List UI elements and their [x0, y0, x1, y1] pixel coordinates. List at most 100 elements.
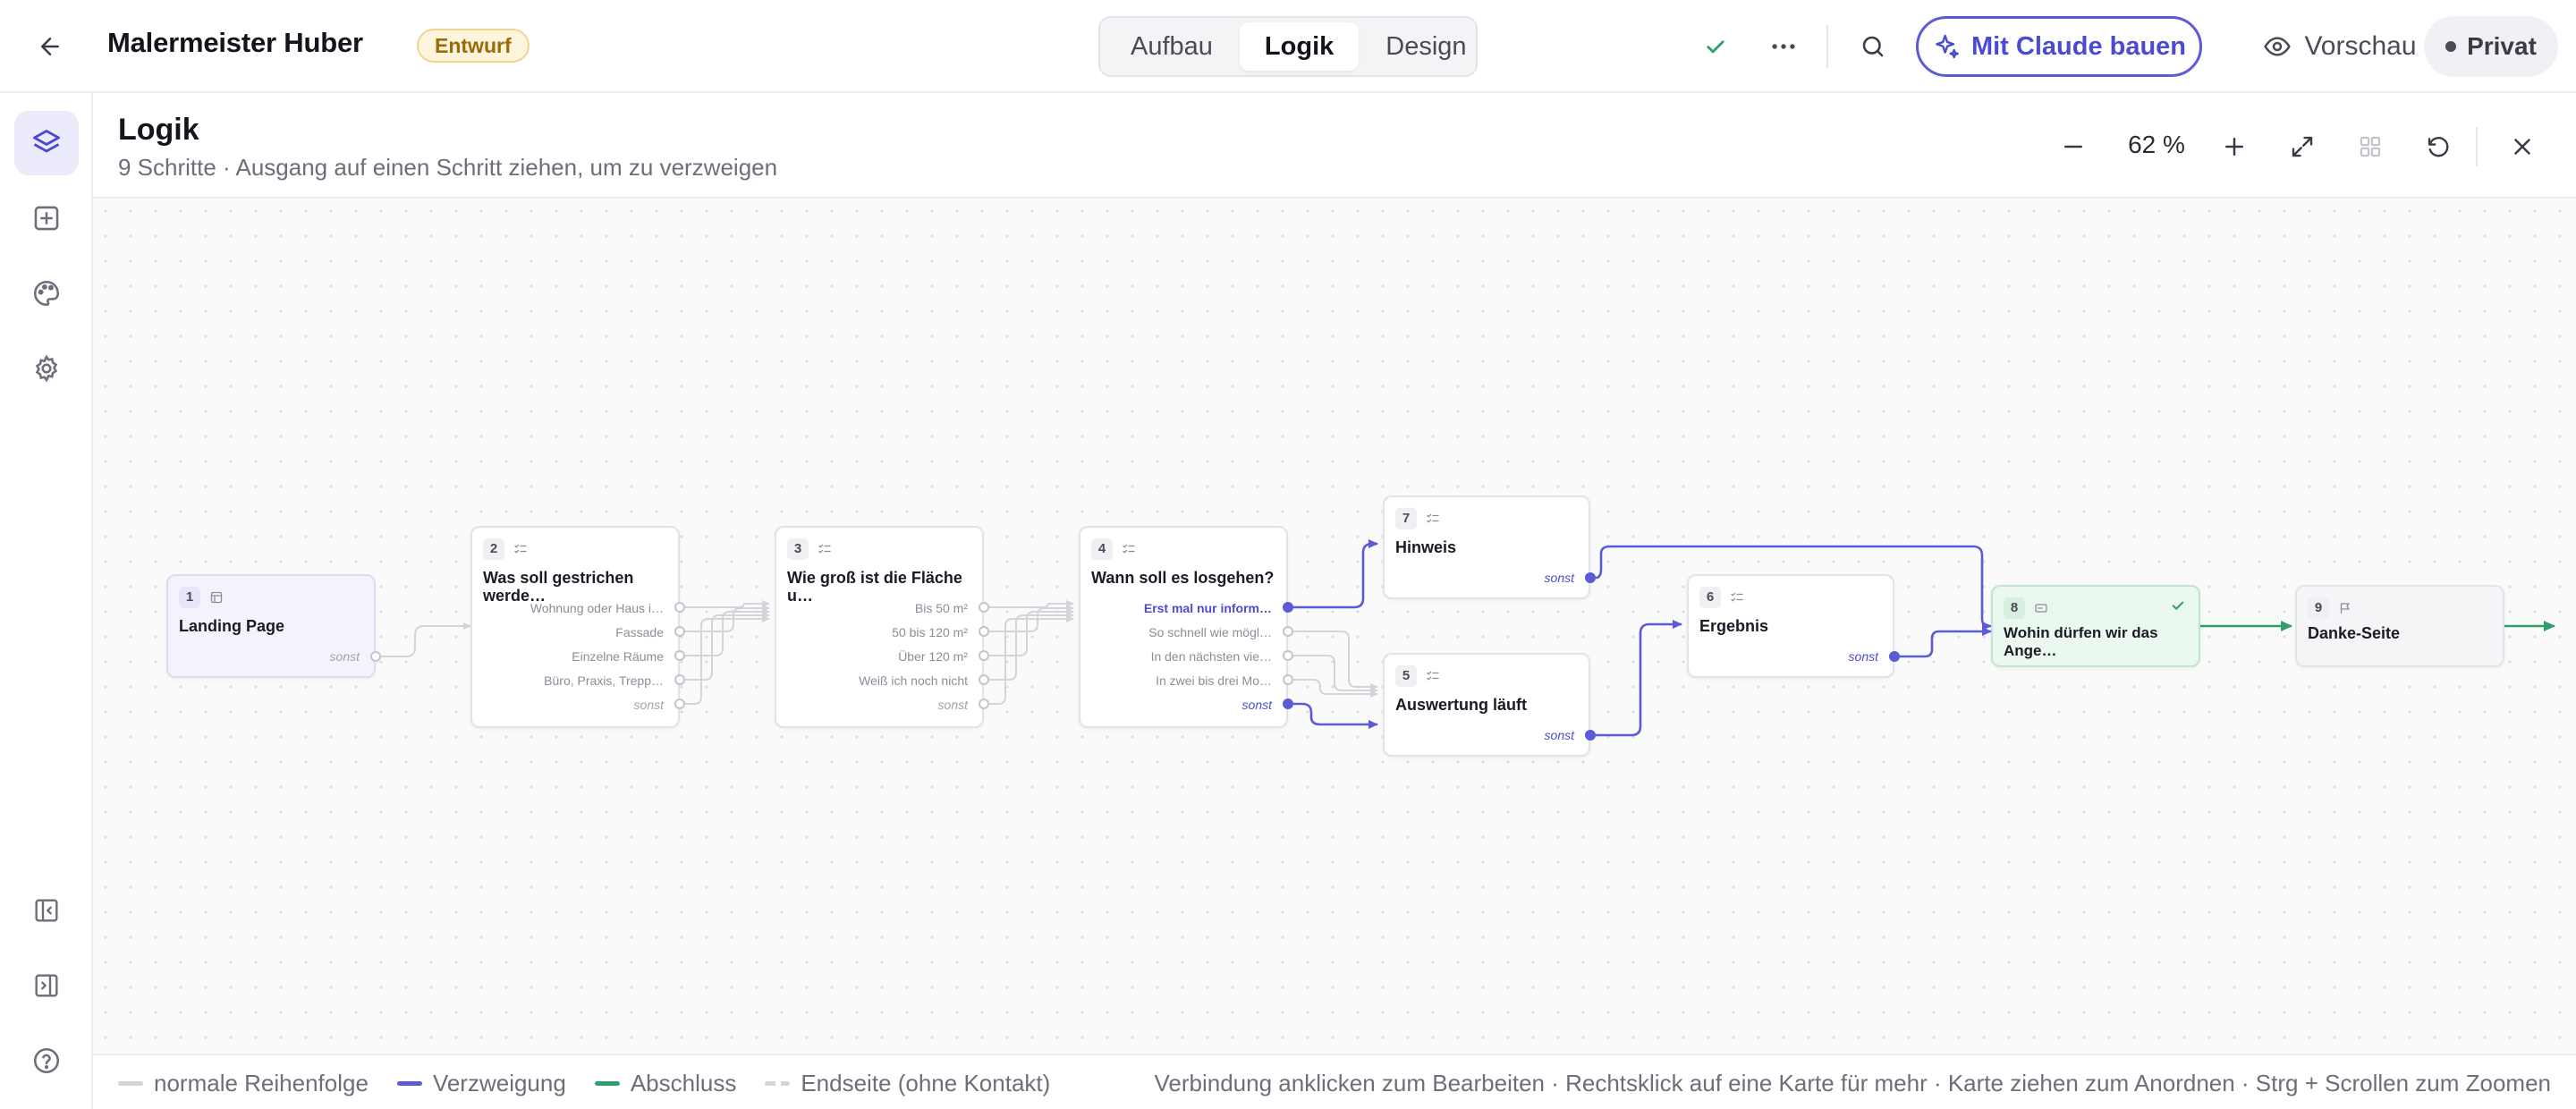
step-title: Wie groß ist die Fläche u… [787, 569, 962, 605]
step-header: 7 [1395, 508, 1440, 529]
output-port[interactable] [1585, 572, 1596, 583]
output-port[interactable] [1585, 730, 1596, 741]
edge-6-8[interactable] [1894, 627, 1992, 658]
output-port[interactable] [979, 674, 989, 685]
output-port[interactable] [979, 626, 989, 637]
edge-4-5-fallback[interactable] [1288, 702, 1378, 729]
edge-3-4-a[interactable] [984, 600, 1074, 608]
zoom-in-button[interactable] [2213, 125, 2256, 168]
output-port[interactable] [674, 626, 685, 637]
step-card-1[interactable]: 1 Landing Page sonst [166, 574, 376, 678]
sidebar-collapse-button[interactable] [14, 878, 79, 943]
reset-layout-button[interactable] [2417, 125, 2460, 168]
step-number: 7 [1395, 508, 1417, 529]
mode-tabs: Aufbau Logik Design [1098, 16, 1478, 77]
logic-canvas[interactable]: 1 Landing Page sonst 2 Was soll gestrich… [93, 199, 2576, 1054]
step-number: 5 [1395, 665, 1417, 687]
auto-arrange-button[interactable] [2349, 125, 2392, 168]
output-port[interactable] [674, 698, 685, 709]
step-card-3[interactable]: 3 Wie groß ist die Fläche u… Bis 50 m² 5… [775, 526, 984, 728]
edge-4-5-a[interactable] [1288, 631, 1378, 690]
step-card-8[interactable]: 8 Wohin dürfen wir das Ange… [1991, 585, 2200, 667]
zoom-out-button[interactable] [2052, 125, 2095, 168]
option-label: In zwei bis drei Mo… [1156, 673, 1272, 688]
edge-2-3-a[interactable] [680, 600, 770, 608]
step-header: 6 [1699, 587, 1744, 608]
output-port[interactable] [979, 602, 989, 613]
edge-2-3-d[interactable] [680, 612, 770, 681]
canvas-footer: normale Reihenfolge Verzweigung Abschlus… [93, 1054, 2576, 1109]
fallback-label: sonst [329, 649, 360, 664]
output-port[interactable] [674, 602, 685, 613]
layers-icon [33, 130, 60, 153]
more-button[interactable] [1760, 23, 1807, 70]
search-icon [1862, 36, 1884, 57]
step-header: 3 [787, 538, 832, 560]
sidebar-item-layers[interactable] [14, 111, 79, 175]
sidebar-help-button[interactable] [14, 1029, 79, 1093]
output-port[interactable] [979, 650, 989, 661]
back-button[interactable] [27, 23, 73, 70]
check-icon [1707, 40, 1724, 54]
tab-aufbau[interactable]: Aufbau [1106, 22, 1238, 71]
saved-status [1692, 23, 1739, 70]
search-button[interactable] [1850, 23, 1896, 70]
step-header: 9 [2308, 597, 2352, 619]
build-with-claude-button[interactable]: Mit Claude bauen [1916, 16, 2202, 77]
step-card-7[interactable]: 7 Hinweis sonst [1383, 495, 1590, 599]
preview-button[interactable]: Vorschau [2234, 16, 2445, 77]
toolbar-divider [1826, 25, 1828, 68]
collapse-left-icon [35, 899, 58, 922]
output-port[interactable] [674, 650, 685, 661]
output-port[interactable] [1283, 650, 1293, 661]
output-port[interactable] [1889, 651, 1900, 662]
choice-icon [1731, 592, 1743, 602]
panel-title: Logik [118, 113, 199, 147]
output-port[interactable] [370, 651, 381, 662]
step-card-2[interactable]: 2 Was soll gestrichen werde… Wohnung ode… [470, 526, 680, 728]
step-card-9[interactable]: 9 Danke-Seite [2295, 585, 2504, 667]
step-card-6[interactable]: 6 Ergebnis sonst [1687, 574, 1894, 678]
output-port[interactable] [979, 698, 989, 709]
sidebar-item-design[interactable] [14, 261, 79, 326]
choice-icon [818, 544, 831, 554]
sidebar-expand-button[interactable] [14, 953, 79, 1018]
legend-swatch [594, 1081, 620, 1086]
edge-1-2[interactable] [376, 622, 471, 657]
palette-icon [33, 280, 60, 307]
legend-item-completion: Abschluss [594, 1070, 736, 1097]
output-port[interactable] [1283, 626, 1293, 637]
edge-3-4-d[interactable] [984, 612, 1074, 681]
help-icon [33, 1047, 60, 1074]
edge-5-6[interactable] [1590, 620, 1682, 737]
edge-4-7[interactable] [1288, 539, 1378, 609]
fallback-label: sonst [633, 698, 664, 712]
sidebar-item-add[interactable] [14, 186, 79, 250]
step-card-4[interactable]: 4 Wann soll es losgehen? Erst mal nur in… [1079, 526, 1288, 728]
logic-panel-header: Logik 9 Schritte · Ausgang auf einen Sch… [93, 93, 2576, 199]
option-label: Wohnung oder Haus i… [530, 601, 664, 615]
output-port[interactable] [1283, 602, 1293, 613]
choice-icon [1427, 671, 1439, 681]
edge-4-5-b[interactable] [1288, 655, 1378, 694]
step-number: 2 [483, 538, 504, 560]
output-port[interactable] [1283, 698, 1293, 709]
visibility-label: Privat [2467, 32, 2537, 60]
step-title: Wann soll es losgehen? [1091, 569, 1275, 587]
visibility-button[interactable]: Privat [2424, 16, 2558, 77]
rotate-ccw-icon [2428, 137, 2449, 157]
step-title: Wohin dürfen wir das Ange… [2004, 624, 2158, 659]
output-port[interactable] [674, 674, 685, 685]
output-port[interactable] [1283, 674, 1293, 685]
complete-check [2170, 597, 2186, 618]
step-title: Was soll gestrichen werde… [483, 569, 634, 605]
close-panel-button[interactable] [2501, 125, 2544, 168]
step-number: 8 [2004, 597, 2025, 619]
tab-design[interactable]: Design [1360, 22, 1491, 71]
step-number: 6 [1699, 587, 1721, 608]
legend-swatch [765, 1081, 791, 1086]
tab-logik[interactable]: Logik [1239, 22, 1360, 71]
fit-view-button[interactable] [2281, 125, 2324, 168]
step-card-5[interactable]: 5 Auswertung läuft sonst [1383, 653, 1590, 757]
sidebar-item-settings[interactable] [14, 336, 79, 401]
